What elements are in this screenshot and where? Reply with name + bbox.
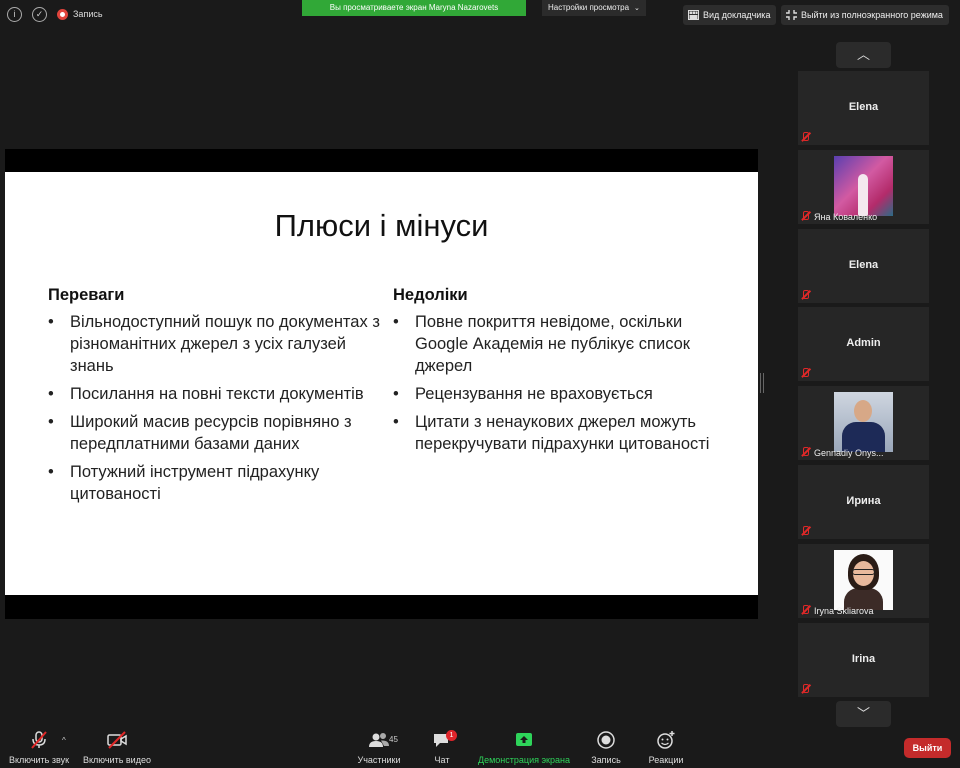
shield-icon[interactable]: ✓: [32, 7, 47, 22]
mic-muted-icon: [801, 526, 810, 535]
participants-label: Участники: [357, 755, 401, 765]
chevron-down-icon: ⌄: [634, 5, 640, 12]
pros-item: Широкий масив ресурсів порівняно з перед…: [48, 411, 383, 455]
pros-item: Вільнодоступний пошук по документах з рі…: [48, 311, 383, 377]
view-settings-button[interactable]: Настройки просмотра ⌄: [542, 0, 646, 16]
leave-button[interactable]: Выйти: [904, 738, 951, 758]
participant-tile[interactable]: Ирина: [798, 465, 929, 539]
chevron-up-icon: ︿: [856, 47, 870, 62]
mic-muted-icon: [801, 211, 810, 220]
record-label: Запись: [591, 755, 621, 765]
participant-tile[interactable]: Iryna Skliarova: [798, 544, 929, 618]
audio-options-chevron-icon[interactable]: ^: [62, 736, 66, 745]
cons-list: Повне покриття невідоме, оскільки Google…: [393, 311, 733, 455]
participants-count: 45: [389, 735, 398, 744]
participant-tile[interactable]: Яна Коваленко: [798, 150, 929, 224]
mic-muted-icon: [801, 132, 810, 141]
exit-fullscreen-button[interactable]: Выйти из полноэкранного режима: [781, 5, 949, 25]
mic-muted-icon: [31, 731, 47, 749]
record-button[interactable]: Запись: [590, 730, 622, 765]
reactions-label: Реакции: [648, 755, 684, 765]
mic-muted-icon: [801, 368, 810, 377]
pros-item: Посилання на повні тексти документів: [48, 383, 383, 405]
chat-unread-badge: 1: [446, 730, 457, 741]
participant-name: Admin: [846, 337, 881, 349]
participant-video: [834, 392, 893, 452]
view-settings-label: Настройки просмотра: [548, 3, 630, 12]
mic-muted-icon: [801, 290, 810, 299]
chat-label: Чат: [434, 755, 450, 765]
gallery-scroll-down-button[interactable]: ﹀: [836, 701, 891, 727]
mic-muted-icon: [801, 684, 810, 693]
shared-screen: Плюси і мінуси Переваги Вільнодоступний …: [5, 149, 758, 619]
share-screen-label: Демонстрация экрана: [478, 755, 570, 765]
participant-name: Elena: [848, 101, 879, 113]
pros-item: Потужний інструмент підрахунку цитованос…: [48, 461, 383, 505]
pros-column: Переваги Вільнодоступний пошук по докуме…: [48, 284, 383, 511]
participant-tile[interactable]: Gennadiy Onys...: [798, 386, 929, 460]
participant-name: Irina: [851, 653, 876, 665]
slide-title: Плюси і мінуси: [274, 208, 489, 243]
cons-item: Рецензування не враховується: [393, 383, 733, 405]
participant-tile[interactable]: Elena: [798, 229, 929, 303]
recording-icon: [57, 9, 68, 20]
unmute-label: Включить звук: [8, 755, 70, 765]
share-screen-icon: [516, 733, 532, 746]
participant-name: Elena: [848, 259, 879, 271]
chevron-down-icon: ﹀: [856, 706, 870, 721]
participant-tile[interactable]: Irina: [798, 623, 929, 697]
participant-tile[interactable]: Elena: [798, 71, 929, 145]
participant-video: [834, 156, 893, 216]
record-icon: [597, 731, 615, 749]
start-video-label: Включить видео: [83, 755, 151, 765]
speaker-view-button[interactable]: Вид докладчика: [683, 5, 777, 25]
top-bar: i ✓ Запись Вы просматриваете экран Maryn…: [0, 0, 960, 30]
exit-fullscreen-label: Выйти из полноэкранного режима: [801, 10, 943, 20]
participant-label: Яна Коваленко: [814, 212, 878, 222]
participant-video: [834, 550, 893, 610]
gallery-scroll-up-button[interactable]: ︿: [836, 42, 891, 68]
cons-heading: Недоліки: [393, 286, 468, 304]
cons-item: Цитати з ненаукових джерел можуть перекр…: [393, 411, 733, 455]
share-screen-button[interactable]: Демонстрация экрана: [477, 730, 571, 765]
participant-label: Iryna Skliarova: [814, 606, 874, 616]
cons-column: Недоліки Повне покриття невідоме, оскіль…: [393, 284, 733, 461]
participant-label: Gennadiy Onys...: [814, 448, 884, 458]
exit-fullscreen-icon: [786, 10, 797, 20]
panel-resize-handle[interactable]: [760, 373, 764, 393]
participants-icon: [369, 733, 389, 747]
reactions-button[interactable]: Реакции: [646, 730, 686, 765]
cons-item: Повне покриття невідоме, оскільки Google…: [393, 311, 733, 377]
reactions-icon: [657, 731, 675, 749]
info-icon[interactable]: i: [7, 7, 22, 22]
presentation-slide: Плюси і мінуси Переваги Вільнодоступний …: [5, 172, 758, 595]
mic-muted-icon: [801, 605, 810, 614]
share-banner: Вы просматриваете экран Maryna Nazarovet…: [302, 0, 526, 16]
participant-tile[interactable]: Admin: [798, 307, 929, 381]
pros-heading: Переваги: [48, 286, 125, 304]
participant-name: Ирина: [846, 495, 881, 507]
pros-list: Вільнодоступний пошук по документах з рі…: [48, 311, 383, 505]
start-video-button[interactable]: Включить видео: [82, 730, 152, 765]
recording-label: Запись: [73, 9, 103, 19]
speaker-view-icon: [688, 10, 699, 20]
mic-muted-icon: [801, 447, 810, 456]
unmute-button[interactable]: Включить звук: [8, 730, 70, 765]
video-off-icon: [107, 731, 127, 749]
speaker-view-label: Вид докладчика: [703, 10, 771, 20]
